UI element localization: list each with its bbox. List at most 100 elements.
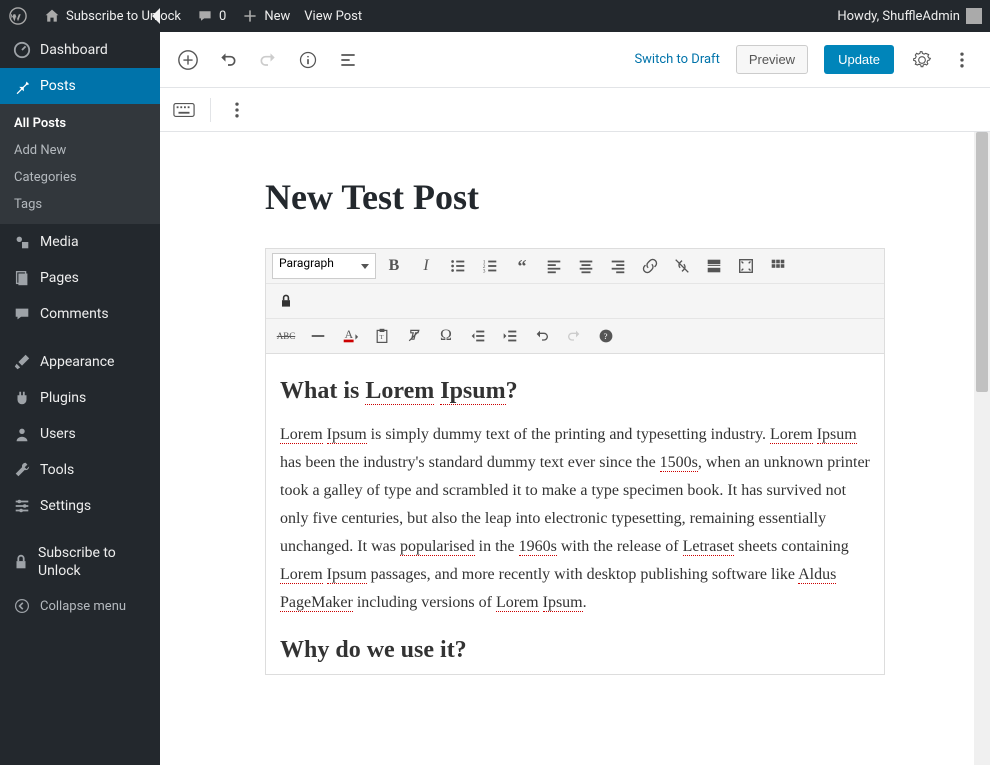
sidebar-item-tools[interactable]: Tools (0, 452, 160, 488)
block-more-button[interactable] (225, 98, 249, 122)
clear-format-button[interactable] (400, 323, 428, 349)
comments-icon (12, 304, 32, 324)
site-title: Subscribe to Unlock (66, 9, 181, 24)
post-title[interactable]: New Test Post (265, 176, 885, 218)
submenu-add-new[interactable]: Add New (0, 137, 160, 164)
align-right-button[interactable] (604, 253, 632, 279)
textcolor-button[interactable]: A (336, 323, 364, 349)
svg-text:3: 3 (483, 268, 486, 274)
admin-sidebar: Dashboard Posts All Posts Add New Catego… (0, 32, 160, 765)
update-button[interactable]: Update (824, 45, 894, 74)
sidebar-item-label: Tools (40, 462, 74, 478)
comments-link[interactable]: 0 (195, 6, 226, 26)
sidebar-item-settings[interactable]: Settings (0, 488, 160, 524)
sidebar-item-label: Pages (40, 270, 79, 286)
new-link[interactable]: New (240, 6, 290, 26)
undo2-button[interactable] (528, 323, 556, 349)
sidebar-item-comments[interactable]: Comments (0, 296, 160, 332)
bold-button[interactable]: B (380, 253, 408, 279)
sidebar-item-pages[interactable]: Pages (0, 260, 160, 296)
special-char-button[interactable]: Ω (432, 323, 460, 349)
new-label: New (264, 9, 290, 24)
format-select-value: Paragraph (279, 256, 334, 270)
sidebar-item-subscribe[interactable]: Subscribe to Unlock (0, 536, 160, 588)
bullet-list-button[interactable] (444, 253, 472, 279)
sidebar-item-users[interactable]: Users (0, 416, 160, 452)
format-select[interactable]: Paragraph (272, 253, 376, 279)
scrollbar[interactable] (974, 132, 990, 765)
sidebar-submenu-posts: All Posts Add New Categories Tags (0, 104, 160, 224)
info-button[interactable] (296, 48, 320, 72)
number-list-button[interactable]: 123 (476, 253, 504, 279)
site-link[interactable]: Subscribe to Unlock (42, 6, 181, 26)
svg-text:A: A (345, 328, 354, 341)
toolbar-toggle-button[interactable] (764, 253, 792, 279)
more-menu-button[interactable] (950, 48, 974, 72)
howdy-link[interactable]: Howdy, ShuffleAdmin (837, 8, 982, 24)
view-post-link[interactable]: View Post (304, 9, 362, 24)
sliders-icon (12, 496, 32, 516)
align-left-button[interactable] (540, 253, 568, 279)
avatar (966, 8, 982, 24)
sidebar-item-media[interactable]: Media (0, 224, 160, 260)
classic-editor-block: Paragraph B I 123 “ (265, 248, 885, 675)
outdent-button[interactable] (464, 323, 492, 349)
adminbar: Subscribe to Unlock 0 New View Post Howd… (0, 0, 990, 32)
comment-icon (195, 6, 215, 26)
content-paragraph: Lorem Ipsum is simply dummy text of the … (280, 421, 870, 617)
strikethrough-button[interactable]: ABC (272, 323, 300, 349)
sidebar-item-posts[interactable]: Posts (0, 68, 160, 104)
hr-button[interactable] (304, 323, 332, 349)
unlink-button[interactable] (668, 253, 696, 279)
lock-button[interactable] (272, 288, 300, 314)
redo2-button[interactable] (560, 323, 588, 349)
italic-button[interactable]: I (412, 253, 440, 279)
add-block-button[interactable] (176, 48, 200, 72)
align-center-button[interactable] (572, 253, 600, 279)
submenu-categories[interactable]: Categories (0, 164, 160, 191)
classic-content[interactable]: What is Lorem Ipsum? Lorem Ipsum is simp… (266, 354, 884, 674)
help-button[interactable]: ? (592, 323, 620, 349)
indent-button[interactable] (496, 323, 524, 349)
chevron-down-icon (361, 264, 369, 269)
link-button[interactable] (636, 253, 664, 279)
outline-button[interactable] (336, 48, 360, 72)
svg-text:?: ? (604, 331, 608, 341)
sidebar-item-label: Subscribe to Unlock (38, 544, 148, 580)
blockquote-button[interactable]: “ (508, 253, 536, 279)
sidebar-item-label: Appearance (40, 354, 114, 370)
dashboard-icon (12, 40, 32, 60)
sidebar-item-plugins[interactable]: Plugins (0, 380, 160, 416)
howdy-text: Howdy, ShuffleAdmin (837, 9, 960, 24)
user-icon (12, 424, 32, 444)
editor-canvas[interactable]: New Test Post Paragraph B I 123 (160, 132, 990, 765)
submenu-tags[interactable]: Tags (0, 191, 160, 218)
preview-button[interactable]: Preview (736, 45, 808, 74)
sidebar-item-label: Dashboard (40, 42, 108, 58)
content-heading-2: Why do we use it? (280, 637, 870, 664)
submenu-all-posts[interactable]: All Posts (0, 110, 160, 137)
home-icon (42, 6, 62, 26)
switch-to-draft[interactable]: Switch to Draft (634, 52, 719, 67)
settings-gear-button[interactable] (910, 48, 934, 72)
readmore-button[interactable] (700, 253, 728, 279)
sidebar-item-dashboard[interactable]: Dashboard (0, 32, 160, 68)
sidebar-item-label: Users (40, 426, 76, 442)
paste-text-button[interactable]: T (368, 323, 396, 349)
editor-topbar: Switch to Draft Preview Update (160, 32, 990, 88)
undo-button[interactable] (216, 48, 240, 72)
editor-secondbar (160, 88, 990, 132)
wp-logo-icon[interactable] (8, 6, 28, 26)
redo-button[interactable] (256, 48, 280, 72)
keyboard-icon[interactable] (172, 98, 196, 122)
collapse-menu[interactable]: Collapse menu (0, 588, 160, 624)
content-heading: What is Lorem Ipsum? (280, 378, 870, 405)
svg-text:T: T (380, 334, 384, 341)
sidebar-item-label: Settings (40, 498, 91, 514)
pin-icon (12, 76, 32, 96)
sidebar-item-appearance[interactable]: Appearance (0, 344, 160, 380)
fullscreen-button[interactable] (732, 253, 760, 279)
media-icon (12, 232, 32, 252)
pages-icon (12, 268, 32, 288)
plus-icon (240, 6, 260, 26)
